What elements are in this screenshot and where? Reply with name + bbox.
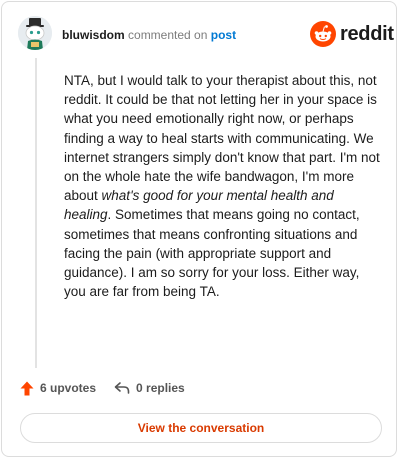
- reply-button[interactable]: 0 replies: [114, 381, 185, 395]
- snoo-avatar-icon: [18, 16, 52, 50]
- comment-footer: 6 upvotes 0 replies: [20, 378, 185, 398]
- reddit-logo[interactable]: reddit: [310, 20, 394, 48]
- reply-count: 0 replies: [136, 381, 185, 395]
- comment-header: bluwisdom commented on post: [62, 28, 236, 42]
- upvote-arrow-icon: [20, 381, 34, 395]
- upvote-count: 6 upvotes: [40, 381, 97, 395]
- upvote-button[interactable]: 6 upvotes: [20, 381, 96, 396]
- reply-arrow-icon: [114, 382, 130, 394]
- comment-card: bluwisdom commented on post reddit NTA, …: [1, 1, 397, 457]
- action-text: commented on: [128, 28, 208, 42]
- comment-body: NTA, but I would talk to your therapist …: [64, 71, 380, 301]
- view-conversation-button[interactable]: View the conversation: [20, 413, 382, 443]
- reddit-snoo-icon: [310, 21, 336, 47]
- comment-text-part: NTA, but I would talk to your therapist …: [64, 73, 380, 204]
- reddit-wordmark: reddit: [340, 22, 394, 45]
- thread-line: [35, 58, 37, 368]
- post-link[interactable]: post: [211, 28, 236, 42]
- username-link[interactable]: bluwisdom: [62, 28, 125, 42]
- user-avatar[interactable]: [18, 16, 52, 50]
- comment-text-part: . Sometimes that means going no contact,…: [64, 207, 360, 300]
